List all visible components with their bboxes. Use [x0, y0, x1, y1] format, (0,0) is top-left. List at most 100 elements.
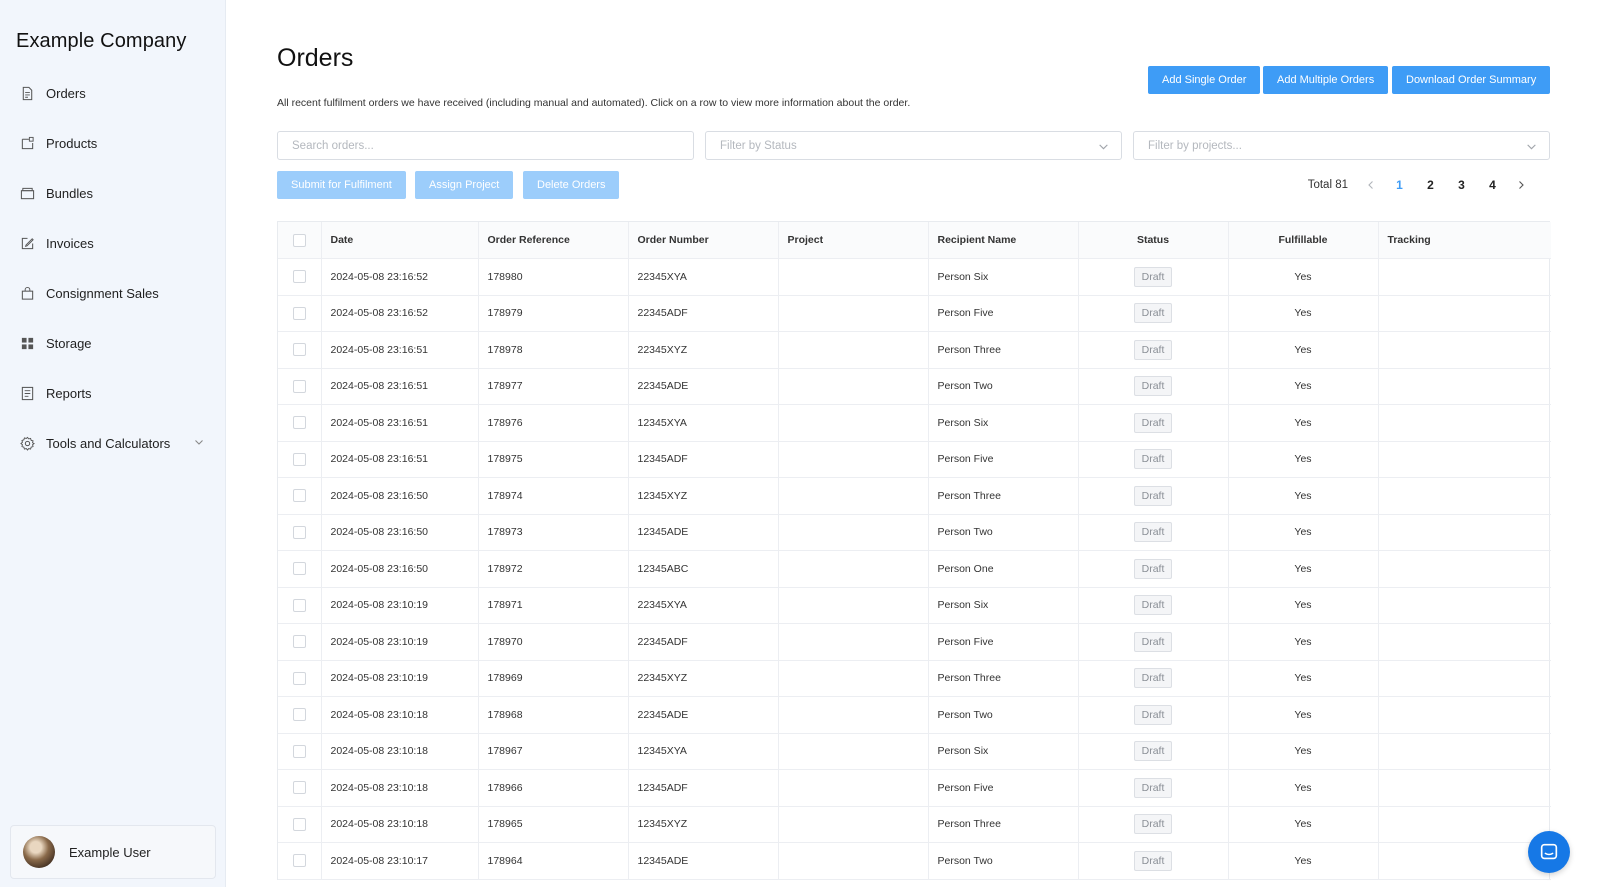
sidebar-item-label: Reports — [46, 385, 92, 401]
download-order-summary-button[interactable]: Download Order Summary — [1392, 66, 1551, 94]
search-input[interactable] — [277, 131, 694, 160]
cell-order-number: 12345ADE — [628, 514, 779, 551]
assign-project-button[interactable]: Assign Project — [415, 171, 514, 199]
user-card[interactable]: Example User — [10, 825, 216, 879]
gear-icon — [20, 436, 35, 451]
column-header-date[interactable]: Date — [321, 222, 479, 259]
page-2-button[interactable]: 2 — [1415, 178, 1446, 192]
row-checkbox[interactable] — [292, 416, 306, 430]
add-single-order-button[interactable]: Add Single Order — [1148, 66, 1261, 94]
cell-order-reference: 178968 — [478, 696, 629, 734]
prev-page-button[interactable] — [1358, 180, 1384, 190]
table-row[interactable]: 2024-05-08 23:16:52 178980 22345XYA Person … — [278, 258, 1551, 296]
row-checkbox[interactable] — [292, 635, 306, 649]
table-row[interactable]: 2024-05-08 23:16:51 178977 22345ADE Person … — [278, 368, 1551, 405]
page-1-button[interactable]: 1 — [1384, 178, 1415, 192]
select-all-checkbox[interactable] — [292, 233, 306, 247]
sidebar: Example Company Orders Products Bundles … — [0, 0, 226, 887]
table-row[interactable]: 2024-05-08 23:16:50 178974 12345XYZ Person … — [278, 477, 1551, 515]
cell-date: 2024-05-08 23:10:17 — [321, 842, 479, 880]
row-checkbox[interactable] — [292, 671, 306, 685]
cell-recipient-name: Person Three — [928, 806, 1079, 843]
row-checkbox[interactable] — [292, 343, 306, 357]
cell-recipient-name: Person Five — [928, 769, 1079, 807]
table-row[interactable]: 2024-05-08 23:16:50 178973 12345ADE Person … — [278, 514, 1551, 551]
add-multiple-orders-button[interactable]: Add Multiple Orders — [1263, 66, 1389, 94]
table-row[interactable]: 2024-05-08 23:16:51 178978 22345XYZ Person … — [278, 331, 1551, 369]
projects-filter-select[interactable]: Filter by projects... — [1133, 131, 1550, 160]
status-filter-select[interactable]: Filter by Status — [705, 131, 1122, 160]
cell-order-reference: 178976 — [478, 404, 629, 442]
column-header-order-reference[interactable]: Order Reference — [478, 222, 629, 259]
table-row[interactable]: 2024-05-08 23:10:19 178971 22345XYA Person … — [278, 587, 1551, 624]
cell-date: 2024-05-08 23:10:19 — [321, 623, 479, 661]
page-4-button[interactable]: 4 — [1477, 178, 1508, 192]
cell-recipient-name: Person Two — [928, 696, 1079, 734]
sidebar-item-bundles[interactable]: Bundles — [0, 168, 226, 218]
cell-recipient-name: Person Three — [928, 477, 1079, 515]
row-checkbox[interactable] — [292, 744, 306, 758]
row-select-cell — [278, 660, 322, 697]
cell-fulfillable: Yes — [1228, 441, 1379, 478]
sidebar-item-tools-and-calculators[interactable]: Tools and Calculators — [0, 418, 226, 468]
row-checkbox[interactable] — [292, 598, 306, 612]
submit-for-fulfilment-button[interactable]: Submit for Fulfilment — [277, 171, 406, 199]
orders-table: Date Order Reference Order Number Projec… — [277, 221, 1551, 880]
cell-fulfillable: Yes — [1228, 550, 1379, 588]
cell-fulfillable: Yes — [1228, 404, 1379, 442]
sidebar-item-products[interactable]: Products — [0, 118, 226, 168]
status-badge: Draft — [1133, 631, 1173, 652]
sidebar-item-invoices[interactable]: Invoices — [0, 218, 226, 268]
row-checkbox[interactable] — [292, 306, 306, 320]
cell-order-reference: 178967 — [478, 733, 629, 770]
row-checkbox[interactable] — [292, 817, 306, 831]
status-badge: Draft — [1133, 741, 1173, 762]
cell-fulfillable: Yes — [1228, 806, 1379, 843]
next-page-button[interactable] — [1508, 180, 1534, 190]
status-badge: Draft — [1133, 522, 1173, 543]
row-checkbox[interactable] — [292, 781, 306, 795]
sidebar-item-reports[interactable]: Reports — [0, 368, 226, 418]
table-row[interactable]: 2024-05-08 23:10:19 178969 22345XYZ Person … — [278, 660, 1551, 697]
sidebar-item-storage[interactable]: Storage — [0, 318, 226, 368]
row-checkbox[interactable] — [292, 489, 306, 503]
select-all-cell — [278, 222, 322, 259]
row-checkbox[interactable] — [292, 854, 306, 868]
column-header-recipient-name[interactable]: Recipient Name — [928, 222, 1079, 259]
row-checkbox[interactable] — [292, 525, 306, 539]
edit-icon — [20, 236, 35, 251]
row-checkbox[interactable] — [292, 270, 306, 284]
chevron-down-icon[interactable] — [194, 437, 204, 447]
column-header-order-number[interactable]: Order Number — [628, 222, 779, 259]
table-row[interactable]: 2024-05-08 23:10:19 178970 22345ADF Person … — [278, 623, 1551, 661]
table-row[interactable]: 2024-05-08 23:16:52 178979 22345ADF Person … — [278, 295, 1551, 332]
delete-orders-button[interactable]: Delete Orders — [523, 171, 620, 199]
column-header-fulfillable[interactable]: Fulfillable — [1228, 222, 1379, 259]
sidebar-item-consignment-sales[interactable]: Consignment Sales — [0, 268, 226, 318]
page-3-button[interactable]: 3 — [1446, 178, 1477, 192]
table-row[interactable]: 2024-05-08 23:10:17 178964 12345ADE Person … — [278, 842, 1551, 880]
box-icon — [20, 186, 35, 201]
table-row[interactable]: 2024-05-08 23:16:51 178976 12345XYA Person … — [278, 404, 1551, 442]
table-row[interactable]: 2024-05-08 23:10:18 178966 12345ADF Person … — [278, 769, 1551, 807]
sidebar-item-orders[interactable]: Orders — [0, 68, 226, 118]
row-checkbox[interactable] — [292, 562, 306, 576]
table-row[interactable]: 2024-05-08 23:16:50 178972 12345ABC Person … — [278, 550, 1551, 588]
table-row[interactable]: 2024-05-08 23:16:51 178975 12345ADF Person … — [278, 441, 1551, 478]
cell-date: 2024-05-08 23:10:18 — [321, 733, 479, 770]
column-header-project[interactable]: Project — [778, 222, 929, 259]
row-checkbox[interactable] — [292, 708, 306, 722]
cell-fulfillable: Yes — [1228, 769, 1379, 807]
cell-project — [778, 842, 929, 880]
column-header-tracking[interactable]: Tracking — [1378, 222, 1551, 259]
row-checkbox[interactable] — [292, 379, 306, 393]
column-header-status[interactable]: Status — [1078, 222, 1229, 259]
document-icon — [20, 86, 35, 101]
chat-button[interactable] — [1528, 831, 1570, 873]
table-row[interactable]: 2024-05-08 23:10:18 178968 22345ADE Person … — [278, 696, 1551, 734]
table-row[interactable]: 2024-05-08 23:10:18 178965 12345XYZ Person … — [278, 806, 1551, 843]
cell-status: Draft — [1078, 404, 1229, 442]
cell-recipient-name: Person Six — [928, 258, 1079, 296]
row-checkbox[interactable] — [292, 452, 306, 466]
table-row[interactable]: 2024-05-08 23:10:18 178967 12345XYA Person … — [278, 733, 1551, 770]
